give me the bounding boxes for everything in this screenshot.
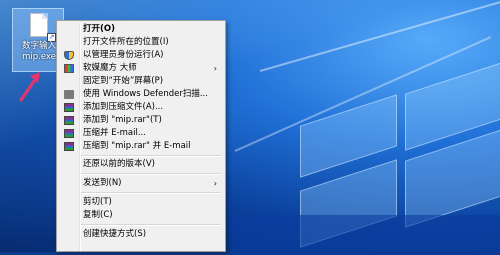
menu-item-compress-and-email[interactable]: 压缩并 E-mail...	[59, 127, 223, 140]
menu-item-label: 使用 Windows Defender扫描...	[83, 89, 208, 99]
menu-item-pin-to-start[interactable]: 固定到“开始”屏幕(P)	[59, 75, 223, 88]
menu-item-copy[interactable]: 复制(C)	[59, 209, 223, 222]
winrar-icon	[64, 116, 74, 125]
menu-item-label: 打开(O)	[83, 24, 115, 34]
context-menu: 打开(O) 打开文件所在的位置(I) 以管理员身份运行(A) 软媒魔方 大师 ›…	[56, 20, 226, 252]
menu-item-label: 压缩并 E-mail...	[83, 128, 146, 138]
menu-item-ruanmei-mofang[interactable]: 软媒魔方 大师 ›	[59, 62, 223, 75]
menu-separator	[81, 192, 221, 194]
winrar-icon	[64, 103, 74, 112]
menu-item-label: 发送到(N)	[83, 178, 122, 188]
file-icon: ↗	[30, 13, 56, 42]
floor-glow	[232, 215, 500, 255]
menu-item-label: 添加到压缩文件(A)...	[83, 102, 164, 112]
menu-item-label: 固定到“开始”屏幕(P)	[83, 76, 164, 86]
shield-icon	[64, 51, 74, 60]
menu-item-label: 创建快捷方式(S)	[83, 229, 147, 239]
menu-item-create-shortcut[interactable]: 创建快捷方式(S)	[59, 228, 223, 241]
menu-separator	[81, 224, 221, 226]
menu-separator	[81, 155, 221, 157]
menu-item-compress-to-mip-rar-and-email[interactable]: 压缩到 "mip.rar" 并 E-mail	[59, 140, 223, 153]
winrar-icon	[64, 142, 74, 151]
menu-item-send-to[interactable]: 发送到(N) ›	[59, 177, 223, 190]
cube-icon	[64, 64, 74, 73]
menu-item-open[interactable]: 打开(O)	[59, 23, 223, 36]
menu-item-open-file-location[interactable]: 打开文件所在的位置(I)	[59, 36, 223, 49]
menu-item-label: 压缩到 "mip.rar" 并 E-mail	[83, 141, 191, 151]
menu-item-cut[interactable]: 剪切(T)	[59, 196, 223, 209]
menu-item-label: 复制(C)	[83, 210, 113, 220]
menu-item-run-as-admin[interactable]: 以管理员身份运行(A)	[59, 49, 223, 62]
menu-item-label: 软媒魔方 大师	[83, 63, 137, 73]
light-beam	[259, 0, 500, 72]
menu-item-label: 以管理员身份运行(A)	[83, 50, 164, 60]
menu-item-label: 添加到 "mip.rar"(T)	[83, 115, 162, 125]
menu-separator	[81, 173, 221, 175]
menu-item-label: 还原以前的版本(V)	[83, 159, 155, 169]
menu-item-label: 打开文件所在的位置(I)	[83, 37, 169, 47]
menu-item-add-to-mip-rar[interactable]: 添加到 "mip.rar"(T)	[59, 114, 223, 127]
menu-item-label: 剪切(T)	[83, 197, 112, 207]
submenu-arrow-icon: ›	[213, 179, 217, 188]
winrar-icon	[64, 129, 74, 138]
defender-icon	[64, 90, 74, 99]
submenu-arrow-icon: ›	[213, 64, 217, 73]
menu-item-defender-scan[interactable]: 使用 Windows Defender扫描...	[59, 88, 223, 101]
annotation-arrow-icon	[19, 72, 40, 102]
menu-item-add-to-archive[interactable]: 添加到压缩文件(A)...	[59, 101, 223, 114]
menu-item-restore-previous-versions[interactable]: 还原以前的版本(V)	[59, 158, 223, 171]
